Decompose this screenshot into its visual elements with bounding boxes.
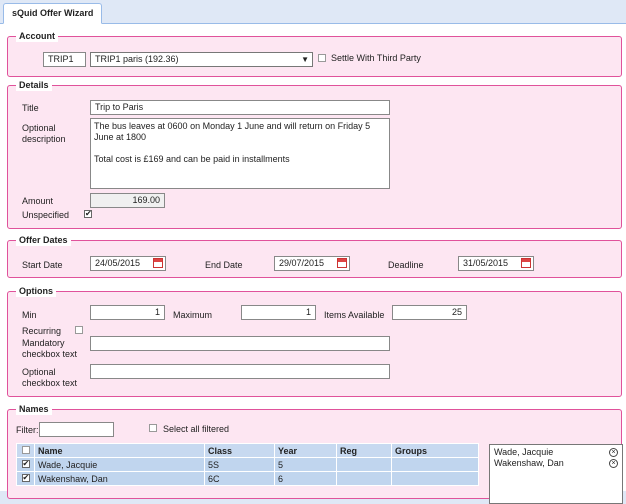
account-code-field[interactable]: TRIP1 bbox=[43, 52, 86, 67]
header-select-checkbox[interactable] bbox=[21, 445, 30, 454]
selected-name: Wade, Jacquie bbox=[494, 447, 554, 457]
end-date-value: 29/07/2015 bbox=[279, 258, 325, 268]
calendar-icon[interactable] bbox=[521, 258, 531, 268]
names-table: Name Class Year Reg Groups ✔ Wade, Jacqu… bbox=[16, 443, 479, 486]
amount-label: Amount bbox=[22, 196, 54, 206]
cell-year: 6 bbox=[274, 471, 337, 486]
mandatory-checkbox-text-field[interactable] bbox=[90, 336, 390, 351]
list-item: Wade, Jacquie × bbox=[494, 447, 618, 458]
list-item: Wakenshaw, Dan × bbox=[494, 458, 618, 469]
optional-checkbox-text-label: Optional checkbox text bbox=[22, 367, 78, 388]
cell-groups bbox=[391, 471, 479, 486]
names-section: Names Filter: Select all filtered Name C… bbox=[7, 403, 623, 504]
description-label: Optional description bbox=[22, 123, 66, 144]
maximum-label: Maximum bbox=[173, 310, 213, 320]
unspecified-label: Unspecified bbox=[22, 210, 70, 220]
row-checkbox[interactable]: ✔ bbox=[21, 473, 30, 482]
options-legend: Options bbox=[16, 285, 56, 297]
selected-names-panel: Wade, Jacquie × Wakenshaw, Dan × bbox=[489, 444, 623, 504]
row-checkbox-cell: ✔ bbox=[16, 471, 35, 486]
deadline-label: Deadline bbox=[388, 260, 424, 270]
cell-class: 6C bbox=[204, 471, 275, 486]
remove-icon[interactable]: × bbox=[609, 448, 618, 457]
end-date-label: End Date bbox=[205, 260, 243, 270]
recurring-checkbox[interactable] bbox=[75, 326, 83, 334]
cell-year: 5 bbox=[274, 457, 337, 472]
details-legend: Details bbox=[16, 79, 52, 91]
calendar-icon[interactable] bbox=[337, 258, 347, 268]
maximum-field[interactable]: 1 bbox=[241, 305, 316, 320]
cell-name: Wakenshaw, Dan bbox=[34, 471, 205, 486]
start-date-field[interactable]: 24/05/2015 bbox=[90, 256, 166, 271]
selected-name: Wakenshaw, Dan bbox=[494, 458, 564, 468]
table-row[interactable]: ✔ Wade, Jacquie 5S 5 bbox=[16, 457, 479, 472]
start-date-value: 24/05/2015 bbox=[95, 258, 141, 268]
table-row[interactable]: ✔ Wakenshaw, Dan 6C 6 bbox=[16, 471, 479, 486]
column-header-year[interactable]: Year bbox=[274, 443, 337, 458]
names-header-row: Name Class Year Reg Groups bbox=[16, 443, 479, 458]
options-section: Options Min 1 Maximum 1 Items Available … bbox=[7, 285, 622, 397]
title-field[interactable]: Trip to Paris bbox=[90, 100, 390, 115]
tab-bar: sQuid Offer Wizard bbox=[0, 0, 626, 24]
mandatory-checkbox-text-label: Mandatory checkbox text bbox=[22, 338, 78, 359]
deadline-field[interactable]: 31/05/2015 bbox=[458, 256, 534, 271]
cell-groups bbox=[391, 457, 479, 472]
end-date-field[interactable]: 29/07/2015 bbox=[274, 256, 350, 271]
deadline-value: 31/05/2015 bbox=[463, 258, 509, 268]
column-header-class[interactable]: Class bbox=[204, 443, 275, 458]
filter-label: Filter: bbox=[16, 425, 39, 435]
row-checkbox-cell: ✔ bbox=[16, 457, 35, 472]
account-select[interactable]: TRIP1 paris (192.36) ▼ bbox=[90, 52, 313, 67]
amount-field[interactable]: 169.00 bbox=[90, 193, 165, 208]
offer-dates-legend: Offer Dates bbox=[16, 234, 71, 246]
details-section: Details Title Trip to Paris Optional des… bbox=[7, 79, 622, 229]
unspecified-checkbox[interactable]: ✔ bbox=[84, 210, 92, 218]
names-legend: Names bbox=[16, 403, 52, 415]
column-header-groups[interactable]: Groups bbox=[391, 443, 479, 458]
account-select-value: TRIP1 paris (192.36) bbox=[95, 54, 179, 64]
tab-offer-wizard[interactable]: sQuid Offer Wizard bbox=[3, 3, 103, 24]
select-all-filtered-checkbox[interactable] bbox=[149, 424, 157, 432]
column-header-name[interactable]: Name bbox=[34, 443, 205, 458]
offer-dates-section: Offer Dates Start Date 24/05/2015 End Da… bbox=[7, 234, 622, 278]
settle-checkbox[interactable] bbox=[318, 54, 326, 62]
wizard-content: Account TRIP1 TRIP1 paris (192.36) ▼ Set… bbox=[0, 24, 626, 504]
description-field[interactable]: The bus leaves at 0600 on Monday 1 June … bbox=[90, 118, 390, 189]
cell-reg bbox=[336, 471, 392, 486]
row-checkbox[interactable]: ✔ bbox=[21, 459, 30, 468]
account-legend: Account bbox=[16, 30, 58, 42]
header-checkbox-cell bbox=[16, 443, 35, 458]
title-label: Title bbox=[22, 103, 39, 113]
calendar-icon[interactable] bbox=[153, 258, 163, 268]
remove-icon[interactable]: × bbox=[609, 459, 618, 468]
optional-checkbox-text-field[interactable] bbox=[90, 364, 390, 379]
column-header-reg[interactable]: Reg bbox=[336, 443, 392, 458]
settle-label: Settle With Third Party bbox=[331, 53, 421, 63]
cell-name: Wade, Jacquie bbox=[34, 457, 205, 472]
recurring-label: Recurring bbox=[22, 326, 62, 336]
start-date-label: Start Date bbox=[22, 260, 63, 270]
cell-class: 5S bbox=[204, 457, 275, 472]
min-field[interactable]: 1 bbox=[90, 305, 165, 320]
items-available-field[interactable]: 25 bbox=[392, 305, 467, 320]
account-section: Account TRIP1 TRIP1 paris (192.36) ▼ Set… bbox=[7, 30, 622, 77]
filter-field[interactable] bbox=[39, 422, 114, 437]
cell-reg bbox=[336, 457, 392, 472]
select-all-filtered-label: Select all filtered bbox=[163, 424, 230, 434]
min-label: Min bbox=[22, 310, 37, 320]
chevron-down-icon: ▼ bbox=[301, 55, 309, 64]
items-available-label: Items Available bbox=[324, 310, 385, 320]
